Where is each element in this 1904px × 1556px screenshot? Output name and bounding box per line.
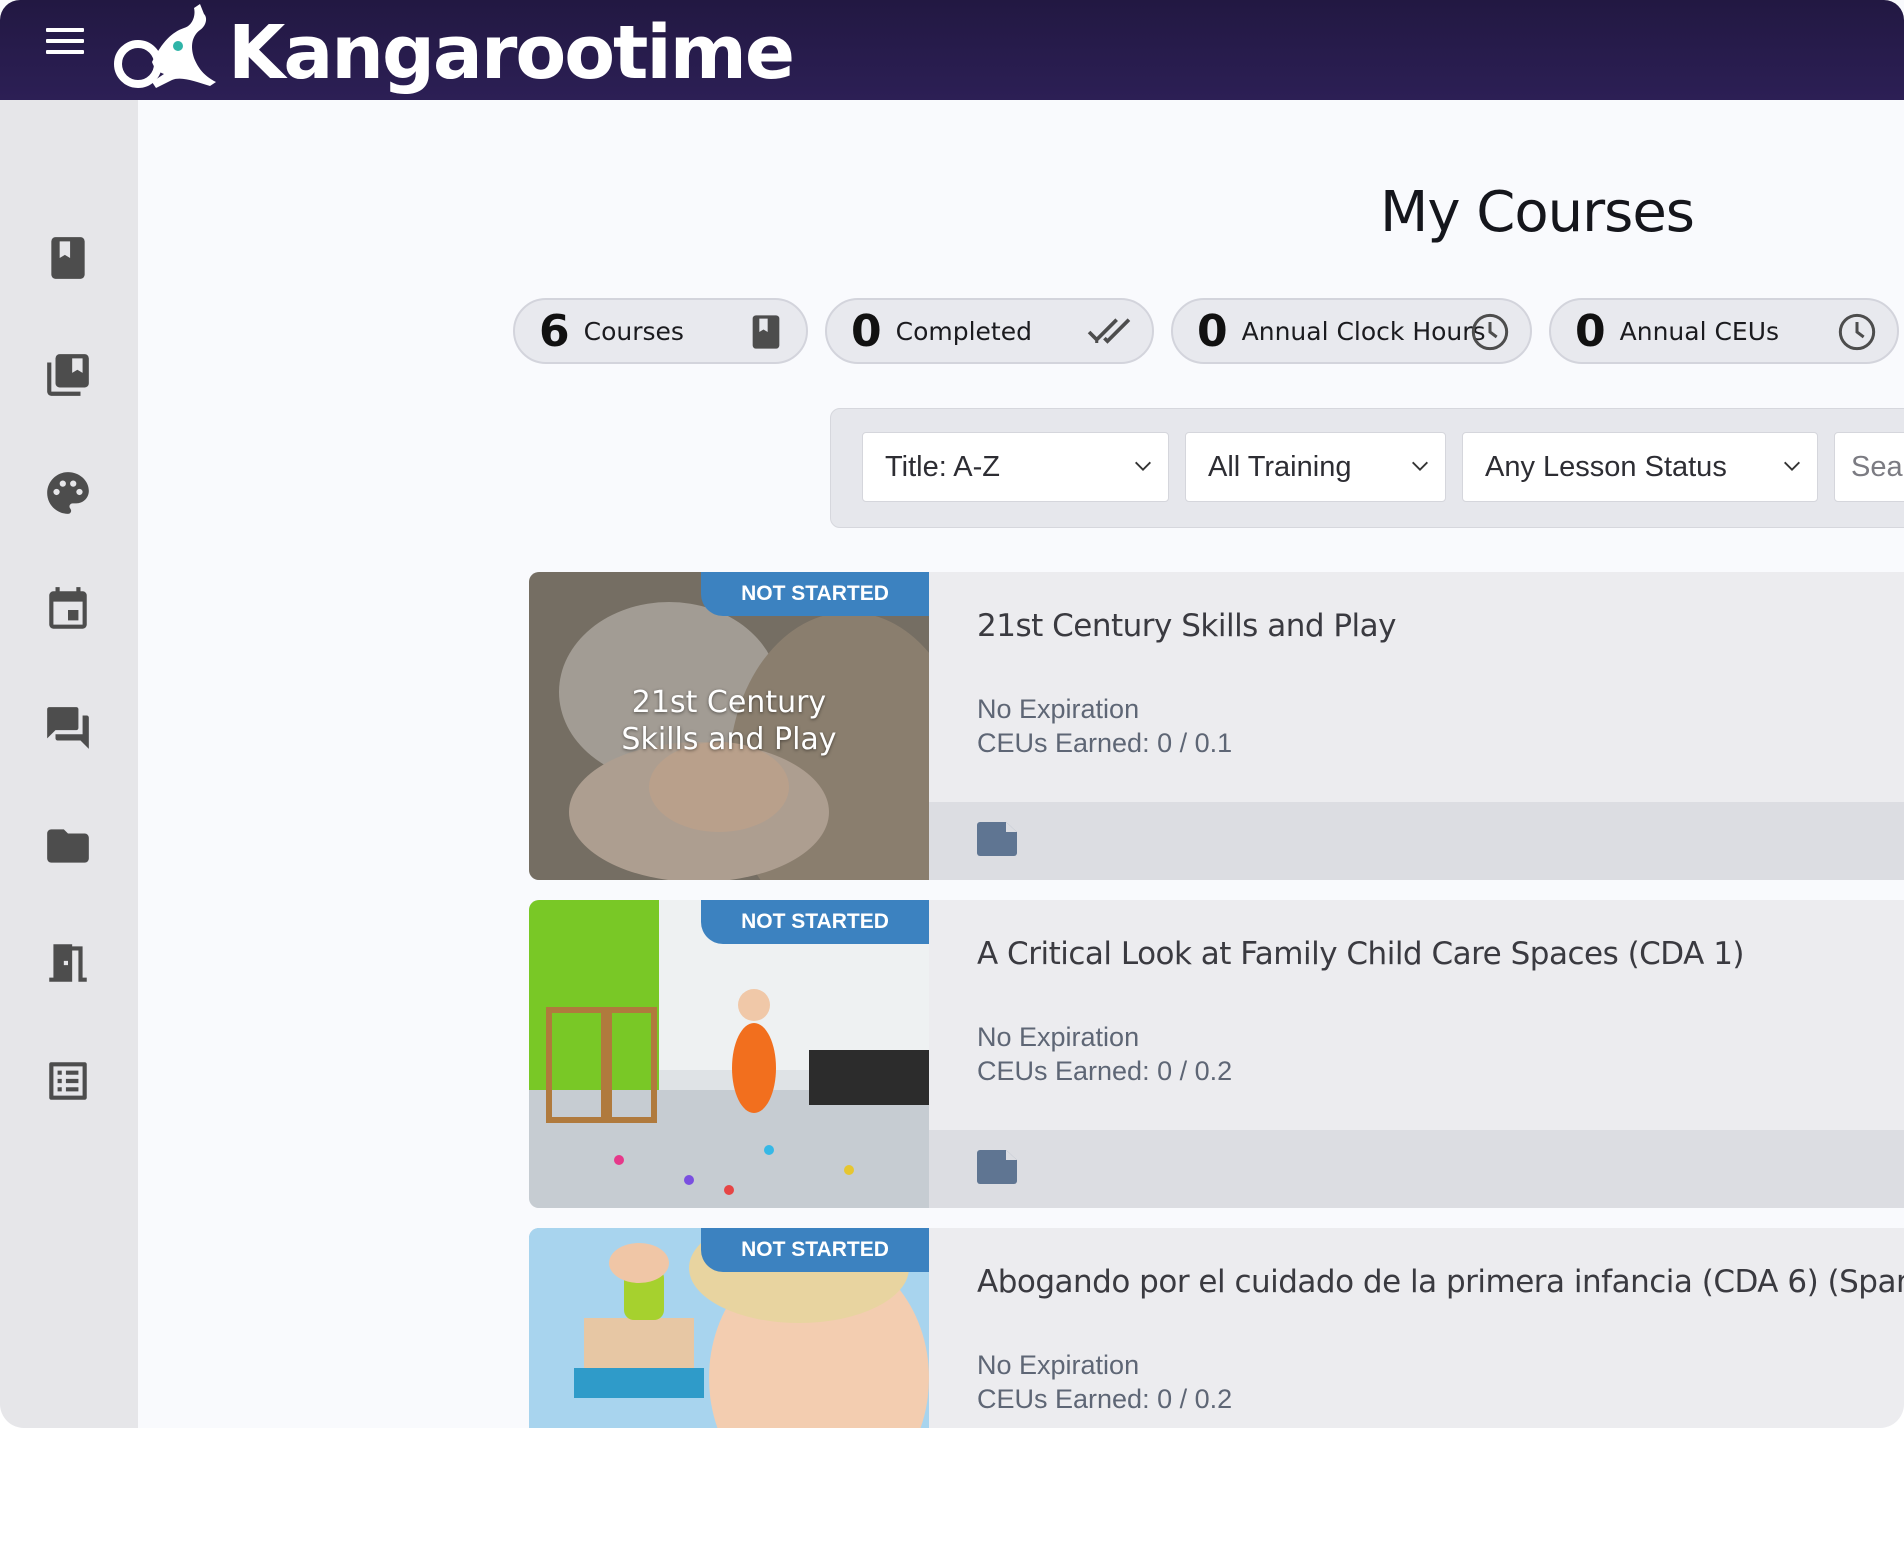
calendar-icon: [49, 587, 87, 629]
document-icon[interactable]: [977, 1150, 1017, 1184]
course-card[interactable]: 21st Century Skills and Play NOT STARTED…: [529, 572, 1904, 880]
course-expiration: No Expiration: [977, 694, 1140, 724]
sidebar-messages[interactable]: [38, 698, 98, 758]
course-thumbnail: NOT STARTED: [529, 1228, 929, 1428]
stat-clock-hours[interactable]: 0 Annual Clock Hours: [1171, 298, 1532, 364]
document-icon[interactable]: [977, 822, 1017, 856]
course-title[interactable]: Abogando por el cuidado de la primera in…: [977, 1264, 1904, 1300]
thumbnail-title-line-2: Skills and Play: [621, 722, 837, 757]
status-badge: NOT STARTED: [701, 900, 929, 944]
clock-icon: [1471, 313, 1509, 351]
brand-name: Kangarootime: [228, 10, 795, 96]
forum-icon: [47, 707, 89, 749]
top-bar: Kangarootime: [0, 0, 1904, 100]
course-ceus: CEUs Earned: 0 / 0.1: [977, 728, 1233, 758]
sort-select-value: Title: A-Z: [885, 451, 1000, 483]
status-badge: NOT STARTED: [701, 572, 929, 616]
stat-value: 0: [1197, 305, 1228, 357]
course-card[interactable]: NOT STARTED A Critical Look at Family Ch…: [529, 900, 1904, 1208]
status-badge: NOT STARTED: [701, 1228, 929, 1272]
book-icon: [752, 315, 780, 349]
app-window: Kangarootime My Courses 6 Courses 0 Comp…: [0, 0, 1904, 1428]
stat-value: 0: [1575, 305, 1606, 357]
chevron-down-icon: [1784, 461, 1800, 471]
sidebar-activities[interactable]: [38, 463, 98, 523]
chevron-down-icon: [1412, 461, 1428, 471]
course-thumbnail: 21st Century Skills and Play NOT STARTED: [529, 572, 929, 880]
sidebar-calendar[interactable]: [38, 580, 98, 640]
book-icon: [51, 237, 85, 279]
stat-label: Completed: [895, 316, 1032, 346]
stat-ceus[interactable]: 0 Annual CEUs: [1549, 298, 1899, 364]
card-footer: [929, 802, 1904, 880]
course-expiration: No Expiration: [977, 1350, 1140, 1380]
kangaroo-logo-icon: [114, 4, 216, 88]
sidebar-files[interactable]: [38, 816, 98, 876]
palette-icon: [47, 472, 89, 514]
hamburger-menu-icon[interactable]: [46, 28, 84, 60]
stat-courses[interactable]: 6 Courses: [513, 298, 808, 364]
sort-select[interactable]: Title: A-Z: [862, 432, 1169, 502]
thumbnail-title-line-1: 21st Century: [631, 685, 827, 720]
sidebar-courses[interactable]: [38, 228, 98, 288]
stat-label: Annual Clock Hours: [1241, 316, 1486, 346]
stat-value: 0: [851, 305, 882, 357]
search-placeholder: Sea: [1851, 451, 1903, 483]
page-title: My Courses: [1380, 180, 1695, 245]
stat-value: 6: [539, 305, 570, 357]
stat-completed[interactable]: 0 Completed: [825, 298, 1154, 364]
course-card[interactable]: NOT STARTED Abogando por el cuidado de l…: [529, 1228, 1904, 1428]
training-select-value: All Training: [1208, 451, 1352, 483]
stat-label: Courses: [583, 316, 684, 346]
course-title[interactable]: A Critical Look at Family Child Care Spa…: [977, 936, 1745, 972]
lesson-status-select[interactable]: Any Lesson Status: [1462, 432, 1818, 502]
course-ceus: CEUs Earned: 0 / 0.2: [977, 1056, 1233, 1086]
door-exit-icon: [49, 944, 87, 982]
course-thumbnail: NOT STARTED: [529, 900, 929, 1208]
list-icon: [49, 1062, 87, 1100]
sidebar-reports[interactable]: [38, 1051, 98, 1111]
child-playing-photo-image: [529, 900, 929, 1208]
library-icon: [47, 354, 89, 396]
chevron-down-icon: [1135, 461, 1151, 471]
course-title[interactable]: 21st Century Skills and Play: [977, 608, 1397, 644]
stat-label: Annual CEUs: [1619, 316, 1780, 346]
sidebar: [0, 100, 138, 1428]
lesson-status-select-value: Any Lesson Status: [1485, 451, 1727, 483]
clock-icon: [1838, 313, 1876, 351]
course-expiration: No Expiration: [977, 1022, 1140, 1052]
sidebar-library[interactable]: [38, 345, 98, 405]
training-select[interactable]: All Training: [1185, 432, 1446, 502]
double-check-icon: [1087, 318, 1131, 344]
sidebar-checkout[interactable]: [38, 933, 98, 993]
folder-icon: [47, 829, 89, 863]
search-input[interactable]: Sea: [1834, 432, 1904, 502]
course-ceus: CEUs Earned: 0 / 0.2: [977, 1384, 1233, 1414]
card-footer: [929, 1130, 1904, 1208]
